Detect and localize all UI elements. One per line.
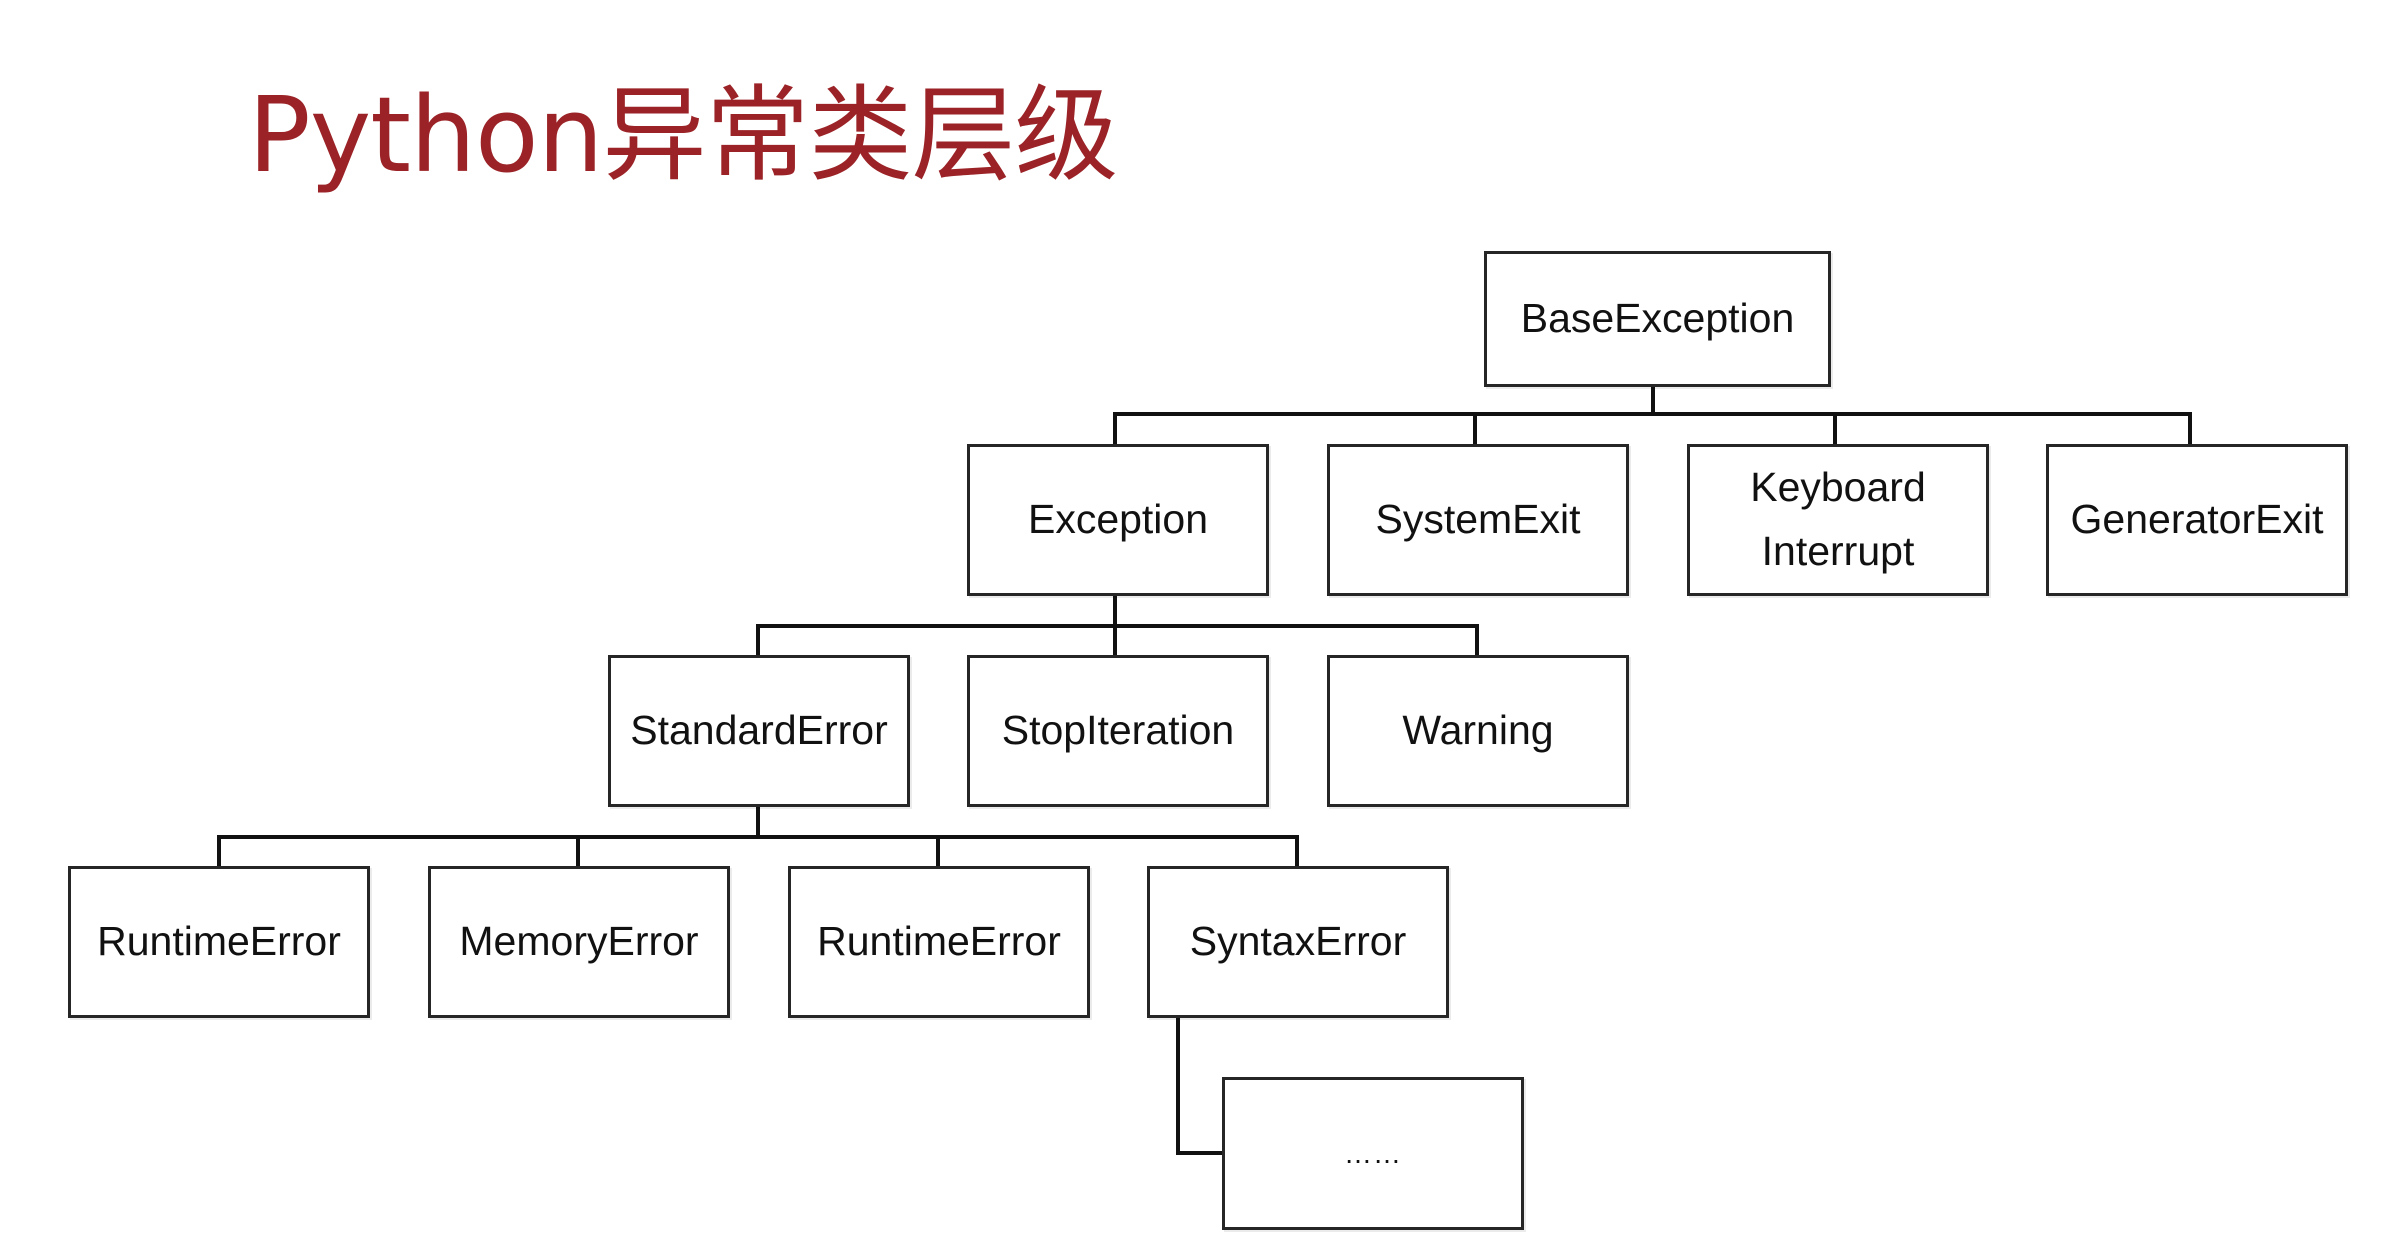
node-base-exception: BaseException <box>1484 251 1831 387</box>
node-more: …… <box>1222 1077 1524 1230</box>
node-system-exit: SystemExit <box>1327 444 1629 596</box>
node-keyboard-interrupt: Keyboard Interrupt <box>1687 444 1989 596</box>
node-memory-error: MemoryError <box>428 866 730 1018</box>
node-stop-iteration: StopIteration <box>967 655 1269 807</box>
node-syntax-error: SyntaxError <box>1147 866 1449 1018</box>
node-generator-exit: GeneratorExit <box>2046 444 2348 596</box>
node-runtime-error-2: RuntimeError <box>788 866 1090 1018</box>
node-warning: Warning <box>1327 655 1629 807</box>
node-runtime-error-1: RuntimeError <box>68 866 370 1018</box>
hierarchy-connectors <box>217 384 2192 1155</box>
node-exception: Exception <box>967 444 1269 596</box>
node-standard-error: StandardError <box>608 655 910 807</box>
connector-syntax-more <box>1176 1015 1224 1155</box>
